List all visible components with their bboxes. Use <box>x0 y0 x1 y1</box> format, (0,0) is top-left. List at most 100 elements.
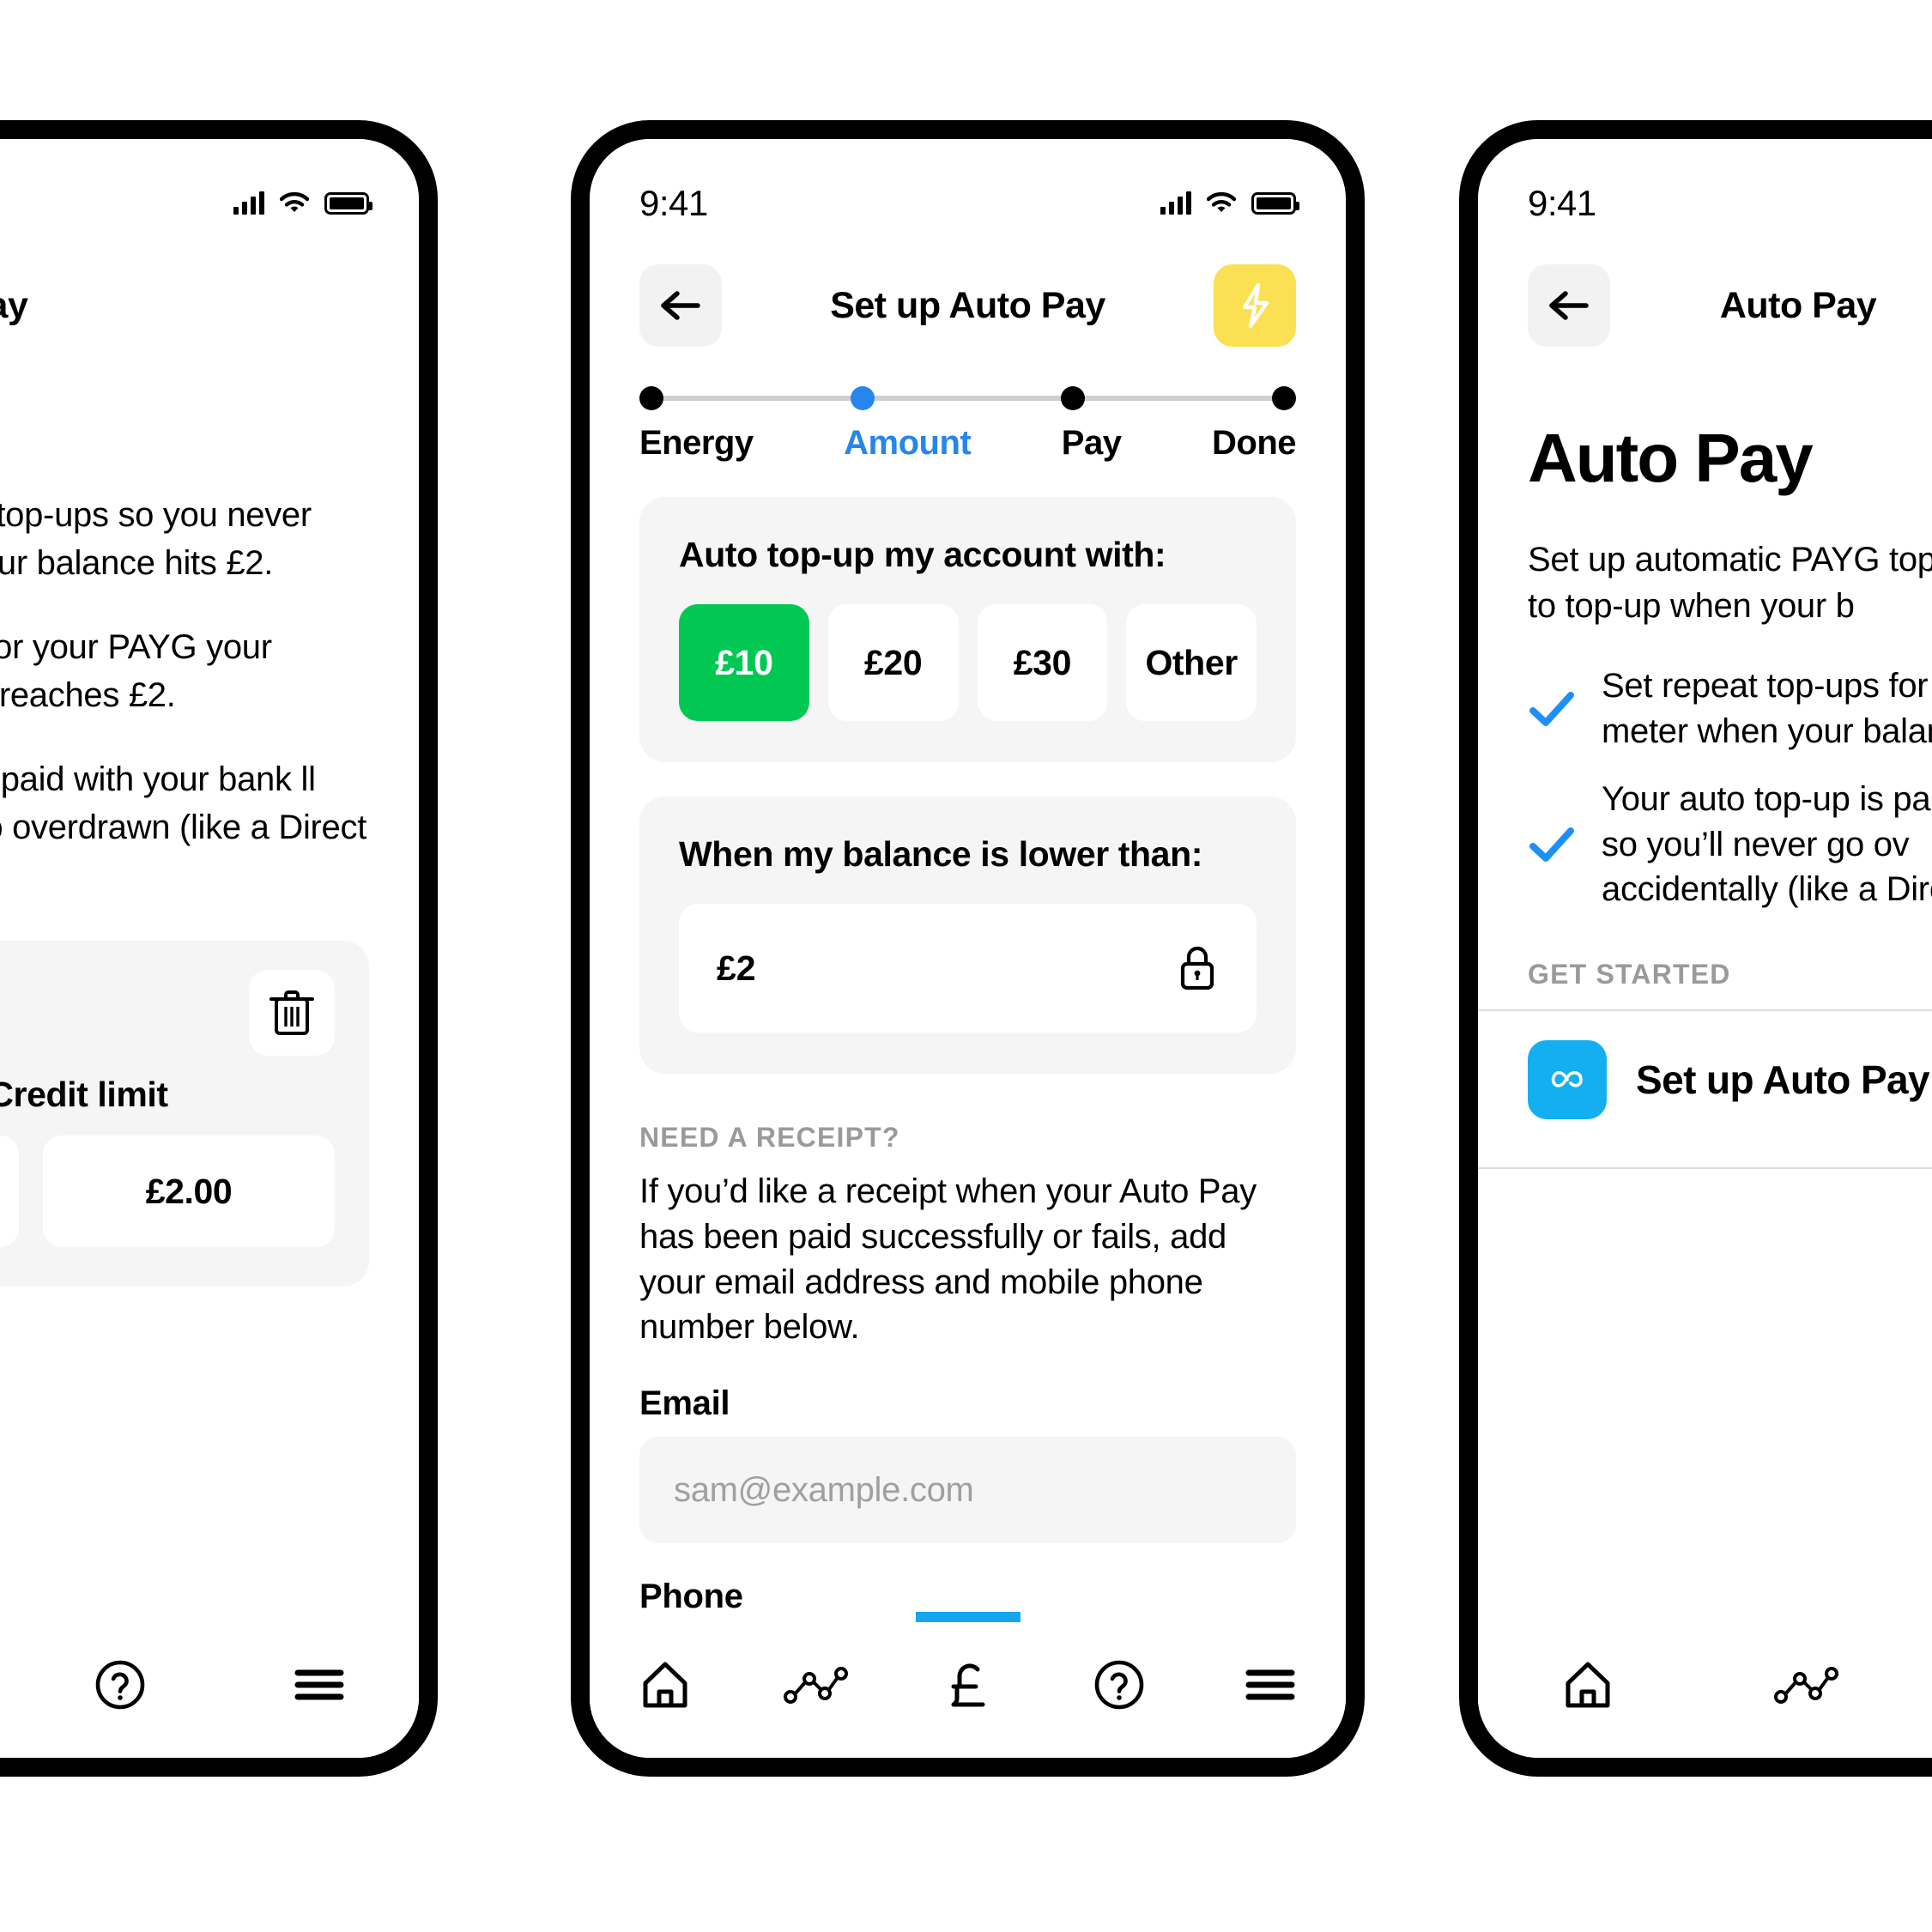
list-item: Your auto top-up is paid card, so you’ll… <box>1528 777 1932 912</box>
tab-home[interactable] <box>590 1612 741 1758</box>
intro-copy: Set up automatic PAYG top-u forget to to… <box>1528 541 1932 625</box>
left-body-copy: c PAYG top-ups so you never when your ba… <box>0 491 419 899</box>
paragraph-3: op-up is paid with your bank ll never go… <box>0 760 367 846</box>
stepper-dots <box>639 386 1297 410</box>
back-arrow-icon <box>1549 291 1589 320</box>
home-icon <box>643 1662 687 1708</box>
balance-threshold-card: When my balance is lower than: £2 <box>639 796 1296 1074</box>
stepper-dot-done[interactable] <box>1272 386 1297 410</box>
usage-graph-icon <box>784 1667 849 1704</box>
stepper-label-energy: Energy <box>639 424 754 462</box>
tab-usage[interactable] <box>1697 1612 1916 1758</box>
amount-option-20[interactable]: £20 <box>827 604 959 721</box>
benefits-list: Set repeat top-ups for yo meter when you… <box>1478 663 1932 912</box>
tab-active-indicator <box>915 1612 1021 1622</box>
status-time: 9:41 <box>1528 183 1596 223</box>
amount-option-30[interactable]: £30 <box>977 604 1108 721</box>
setup-auto-pay-row[interactable]: Set up Auto Pay <box>1478 1011 1932 1148</box>
amount-option-other[interactable]: Other <box>1126 604 1257 721</box>
stepper-dot-amount[interactable] <box>850 386 875 410</box>
receipt-body: If you’d like a receipt when your Auto P… <box>639 1172 1257 1347</box>
stepper-labels: Energy Amount Pay Done <box>639 424 1297 463</box>
balance-threshold-title: When my balance is lower than: <box>679 834 1202 874</box>
lock-icon <box>1180 946 1214 990</box>
phone-left: Auto Pay c PAYG top-ups so you never whe… <box>0 120 438 1777</box>
stepper-dot-energy[interactable] <box>639 386 663 410</box>
check-icon <box>1528 826 1576 863</box>
status-bar <box>0 139 419 242</box>
phone-middle-screen: 9:41 Set up Auto Pay Energy Amount Pay D… <box>590 139 1346 1758</box>
wifi-icon <box>1207 192 1236 212</box>
tab-help[interactable] <box>1044 1612 1195 1758</box>
back-button[interactable] <box>639 264 722 347</box>
credit-limit-field-a[interactable] <box>0 1136 19 1247</box>
status-time: 9:41 <box>639 183 708 223</box>
tab-pound[interactable] <box>1916 1612 1932 1758</box>
battery-icon <box>324 192 372 215</box>
tab-menu[interactable] <box>1195 1612 1346 1758</box>
screenshot-stage: Auto Pay c PAYG top-ups so you never whe… <box>0 0 1932 1932</box>
benefit-text: Set repeat top-ups for yo meter when you… <box>1602 667 1932 750</box>
status-icons <box>1160 191 1299 215</box>
trash-icon <box>270 990 314 1035</box>
lightning-bolt-icon <box>1242 282 1269 329</box>
page-heading: Auto Pay <box>1528 420 1814 496</box>
get-started-kicker: GET STARTED <box>1528 959 1731 990</box>
paragraph-1: c PAYG top-ups so you never when your ba… <box>0 496 312 582</box>
tab-bar <box>0 1612 419 1758</box>
cellular-signal-icon <box>233 191 264 215</box>
phone-right: 9:41 Auto Pay Auto Pay Set up automatic … <box>1459 120 1932 1777</box>
stepper-label-done: Done <box>1212 424 1297 462</box>
balance-threshold-field[interactable]: £2 <box>679 904 1257 1033</box>
stepper-label-amount: Amount <box>844 424 972 462</box>
status-bar: 9:41 <box>1478 139 1932 242</box>
nav-bar: Auto Pay <box>0 242 419 345</box>
tab-pound[interactable] <box>892 1612 1043 1758</box>
credit-limit-field-b[interactable]: £2.00 <box>43 1136 335 1247</box>
tab-home[interactable] <box>1478 1612 1697 1758</box>
auto-topup-amount-card: Auto top-up my account with: £10 £20 £30… <box>639 497 1296 762</box>
phone-label: Phone <box>639 1578 743 1616</box>
check-icon <box>1528 690 1576 728</box>
usage-graph-icon <box>1773 1667 1838 1704</box>
tab-help[interactable] <box>21 1612 220 1758</box>
page-title: Auto Pay <box>1719 284 1877 326</box>
nav-bar: Auto Pay <box>1478 242 1932 347</box>
delete-button[interactable] <box>249 970 335 1056</box>
email-placeholder: sam@example.com <box>674 1470 974 1509</box>
tab-pound[interactable] <box>0 1612 21 1758</box>
amount-options: £10 £20 £30 Other <box>679 604 1257 721</box>
battery-icon <box>1251 192 1299 215</box>
hamburger-menu-icon <box>1245 1669 1295 1700</box>
tab-menu[interactable] <box>220 1612 419 1758</box>
help-circle-icon <box>95 1660 145 1710</box>
email-field[interactable]: sam@example.com <box>639 1437 1296 1544</box>
credit-limit-card: Credit limit £2.00 <box>0 941 369 1287</box>
page-title: Set up Auto Pay <box>830 284 1105 326</box>
tab-usage[interactable] <box>741 1612 892 1758</box>
list-item: Set repeat top-ups for yo meter when you… <box>1528 663 1932 754</box>
page-title: Auto Pay <box>0 284 28 326</box>
boost-button[interactable] <box>1213 264 1296 347</box>
auto-topup-title: Auto top-up my account with: <box>679 535 1166 574</box>
paragraph-2: op-ups for your PAYG your balance reache… <box>0 628 272 714</box>
stepper-label-pay: Pay <box>1061 424 1122 462</box>
credit-limit-fields: £2.00 <box>0 1136 335 1247</box>
nav-bar: Set up Auto Pay <box>590 242 1346 347</box>
back-button[interactable] <box>1528 264 1610 347</box>
receipt-kicker: NEED A RECEIPT? <box>639 1122 900 1153</box>
tab-bar <box>1478 1612 1932 1758</box>
balance-threshold-value: £2 <box>717 948 756 988</box>
stepper-track <box>651 396 1284 401</box>
phone-left-screen: Auto Pay c PAYG top-ups so you never whe… <box>0 139 419 1758</box>
divider <box>1478 1167 1932 1170</box>
phone-middle: 9:41 Set up Auto Pay Energy Amount Pay D… <box>571 120 1365 1777</box>
benefit-text: Your auto top-up is paid card, so you’ll… <box>1602 779 1932 909</box>
setup-auto-pay-label: Set up Auto Pay <box>1636 1057 1930 1103</box>
wifi-icon <box>280 192 309 212</box>
email-label: Email <box>639 1384 730 1423</box>
stepper-dot-pay[interactable] <box>1061 386 1086 410</box>
progress-stepper: Energy Amount Pay Done <box>590 345 1346 463</box>
amount-option-10[interactable]: £10 <box>679 604 809 721</box>
home-icon <box>1566 1662 1609 1708</box>
